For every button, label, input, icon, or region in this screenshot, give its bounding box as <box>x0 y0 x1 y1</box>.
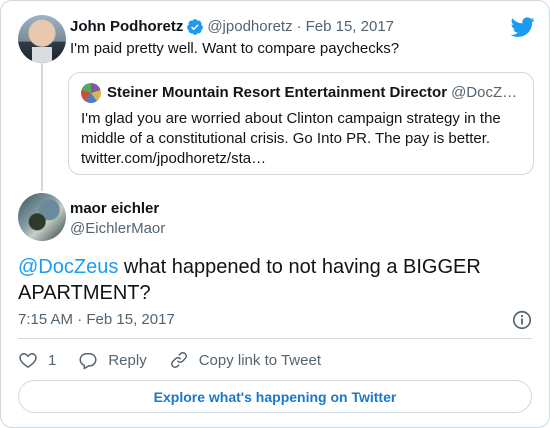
copy-link-label: Copy link to Tweet <box>198 351 321 369</box>
separator-dot: · <box>296 18 302 35</box>
tweet-card: John Podhoretz @jpodhoretz · Feb 15, 201… <box>0 0 550 428</box>
twitter-bird-icon[interactable] <box>511 15 535 39</box>
mention-link[interactable]: @DocZeus <box>18 256 118 278</box>
parent-tweet-header: John Podhoretz @jpodhoretz · Feb 15, 201… <box>70 17 394 37</box>
reply-button[interactable]: Reply <box>78 350 147 370</box>
separator-dot: · <box>77 311 83 328</box>
explore-twitter-button[interactable]: Explore what's happening on Twitter <box>18 380 532 413</box>
parent-tweet-text: I'm paid pretty well. Want to compare pa… <box>70 40 400 57</box>
divider <box>18 338 532 339</box>
main-tweet-text: @DocZeus what happened to not having a B… <box>18 254 528 306</box>
main-text-line: APARTMENT? <box>18 282 151 304</box>
thread-connector <box>41 63 43 191</box>
quoted-text-line: I'm glad you are worried about Clinton c… <box>81 110 501 127</box>
tweet-time: 7:15 AM <box>18 311 74 328</box>
author-name[interactable]: maor eichler <box>70 199 159 219</box>
reply-label: Reply <box>108 351 147 369</box>
link-icon <box>170 352 187 368</box>
quoted-author-name: Steiner Mountain Resort Entertainment Di… <box>107 84 448 101</box>
quoted-link[interactable]: twitter.com/jpodhoretz/sta… <box>81 149 521 169</box>
like-count: 1 <box>48 351 57 369</box>
quoted-tweet[interactable]: Steiner Mountain Resort Entertainment Di… <box>68 72 534 175</box>
main-text-fragment: what happened to not having a BIGGER <box>118 256 481 278</box>
author-handle[interactable]: @EichlerMaor <box>70 219 165 239</box>
avatar[interactable] <box>18 193 66 241</box>
action-bar: 1 Reply Copy link to Tweet <box>18 349 343 371</box>
info-icon[interactable] <box>511 309 533 331</box>
main-tweet-author[interactable]: maor eichler @EichlerMaor <box>18 191 418 241</box>
quoted-tweet-text: I'm glad you are worried about Clinton c… <box>81 109 521 169</box>
verified-badge-icon <box>186 18 204 36</box>
main-text-line: @DocZeus what happened to not having a B… <box>18 254 528 280</box>
heart-icon <box>19 352 37 368</box>
quoted-text-line: middle of a constitutional crisis. Go In… <box>81 130 491 147</box>
like-button[interactable]: 1 <box>18 350 56 370</box>
quoted-author-handle: @DocZ… <box>451 84 518 101</box>
author-handle[interactable]: @jpodhoretz <box>207 17 292 37</box>
reply-bubble-icon <box>79 353 97 370</box>
avatar[interactable] <box>18 15 66 63</box>
tweet-timestamp-link[interactable]: 7:15 AM · Feb 15, 2017 <box>18 310 175 330</box>
tweet-date-link[interactable]: Feb 15, 2017 <box>306 17 394 37</box>
author-name[interactable]: John Podhoretz <box>70 17 183 37</box>
avatar <box>81 83 101 103</box>
tweet-date: Feb 15, 2017 <box>86 311 175 328</box>
quoted-tweet-header: Steiner Mountain Resort Entertainment Di… <box>81 83 521 103</box>
copy-link-button[interactable]: Copy link to Tweet <box>169 350 321 370</box>
